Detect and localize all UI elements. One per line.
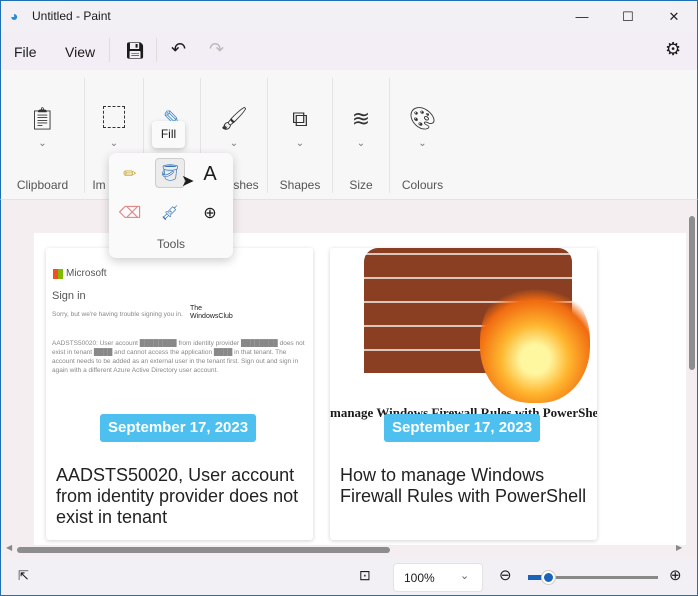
redo-icon[interactable]: ↷: [209, 39, 224, 60]
menu-file[interactable]: File: [14, 44, 37, 60]
window-title: Untitled - Paint: [32, 9, 111, 23]
maximize-button[interactable]: ☐: [605, 1, 651, 32]
menu-view[interactable]: View: [65, 44, 95, 60]
text-icon[interactable]: A: [195, 159, 225, 189]
eraser-icon[interactable]: ⌫: [115, 198, 145, 228]
zoom-dropdown[interactable]: 100% ⌄: [393, 563, 483, 592]
menu-bar: File View 💾︎ ↶ ↷ ⚙: [0, 32, 698, 70]
mouse-cursor-icon: ➤: [181, 173, 195, 190]
minimize-button[interactable]: —: [559, 1, 605, 32]
zoom-in-icon[interactable]: ⊕: [669, 566, 682, 584]
date-badge: September 17, 2023: [384, 414, 541, 442]
selection-icon: [103, 106, 125, 128]
article-title[interactable]: How to manage Windows Firewall Rules wit…: [340, 465, 590, 507]
zoom-out-icon[interactable]: ⊖: [499, 566, 512, 584]
group-shapes[interactable]: ⧉ ⌄ Shapes: [268, 78, 333, 193]
group-colours[interactable]: 🎨︎ ⌄ Colours: [390, 78, 455, 193]
group-clipboard[interactable]: 📋︎ ⌄ Clipboard: [1, 78, 85, 193]
settings-gear-icon[interactable]: ⚙: [665, 39, 681, 60]
undo-icon[interactable]: ↶: [171, 39, 186, 60]
brush-icon: 🖌︎: [220, 106, 248, 131]
fill-tooltip: Fill: [152, 121, 185, 148]
group-size[interactable]: ≋ ⌄ Size: [333, 78, 390, 193]
date-badge: September 17, 2023: [100, 414, 257, 442]
fire-image: [480, 278, 590, 403]
article-title[interactable]: AADSTS50020, User account from identity …: [56, 465, 306, 528]
article-card: Microsoft Sign in Sorry, but we're havin…: [46, 248, 313, 540]
status-bar: ⇱ ⊡ 100% ⌄ ⊖ ⊕: [0, 558, 698, 596]
pencil-icon[interactable]: ✏︎: [115, 159, 145, 189]
title-bar: ◕ Untitled - Paint — ☐ ✕: [0, 0, 698, 32]
scroll-left-icon[interactable]: ◀: [6, 543, 12, 552]
size-icon: ≋: [351, 106, 371, 131]
close-button[interactable]: ✕: [651, 1, 697, 32]
zoom-slider-thumb[interactable]: [542, 571, 555, 584]
tools-popup: ✏︎ 🪣︎ A ⌫ 💉︎ ⊕ Tools: [109, 153, 233, 258]
canvas[interactable]: Microsoft Sign in Sorry, but we're havin…: [34, 233, 686, 545]
color-picker-icon[interactable]: 💉︎: [155, 198, 185, 228]
magnifier-icon[interactable]: ⊕: [195, 198, 225, 228]
article-card: manage Windows Firewall Rules with Power…: [330, 248, 597, 540]
pointer-position-icon: ⇱: [18, 568, 29, 583]
shapes-icon: ⧉: [292, 106, 308, 131]
clipboard-icon: 📋︎: [28, 106, 57, 131]
horizontal-scrollbar[interactable]: [17, 547, 390, 553]
chevron-down-icon: ⌄: [460, 570, 470, 582]
scroll-right-icon[interactable]: ▶: [676, 543, 682, 552]
paint-app-icon: ◕: [10, 8, 19, 24]
palette-icon: 🎨︎: [408, 106, 437, 131]
canvas-area: Microsoft Sign in Sorry, but we're havin…: [0, 200, 698, 558]
vertical-scrollbar[interactable]: [689, 216, 695, 370]
save-icon[interactable]: 💾︎: [125, 41, 145, 61]
fit-to-window-icon[interactable]: ⊡: [359, 567, 371, 584]
ribbon: 📋︎ ⌄ Clipboard ⌄ Im ✎ 🖌︎ ⌄ shes ⧉ ⌄ Shapes ≋ ⌄ Si…: [0, 70, 698, 200]
microsoft-logo-icon: [53, 269, 63, 279]
